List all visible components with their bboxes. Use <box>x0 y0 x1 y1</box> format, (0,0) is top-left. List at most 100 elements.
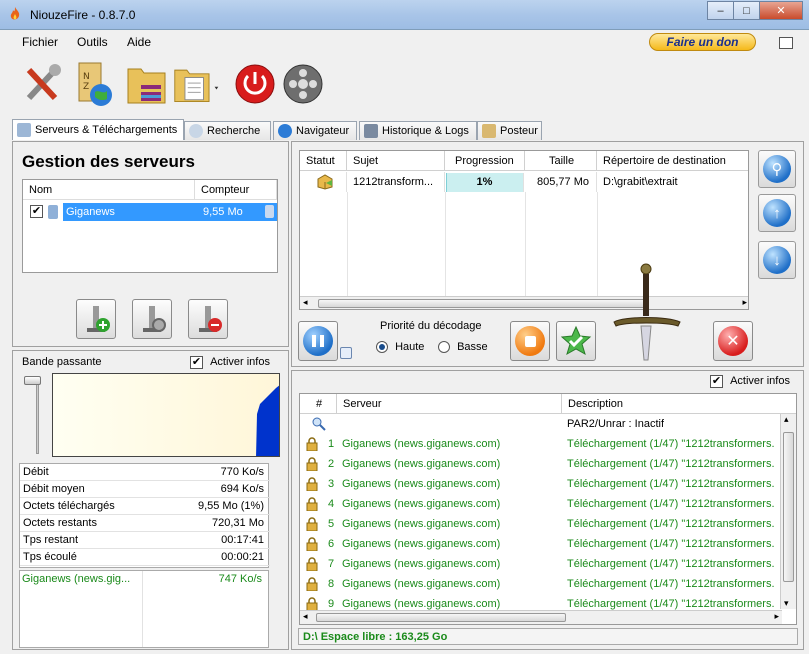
lock-icon <box>306 457 318 471</box>
mini-window-icon[interactable] <box>779 37 793 49</box>
destination-cell: D:\grabit\extrait <box>597 172 748 192</box>
log-vscrollbar[interactable]: ▴ ▾ <box>780 414 796 609</box>
scroll-left-icon[interactable]: ◂ <box>303 611 308 622</box>
pause-button[interactable] <box>298 321 338 361</box>
stop-icon <box>515 326 545 356</box>
menu-aide[interactable]: Aide <box>127 35 151 49</box>
col-serveur[interactable]: Serveur <box>337 394 562 414</box>
activer-infos-right[interactable]: ✔ Activer infos <box>710 375 790 388</box>
stat-debit-moyen: Débit moyen 694 Ko/s <box>20 481 270 498</box>
col-num[interactable]: # <box>300 394 337 414</box>
scroll-right-icon[interactable]: ▸ <box>774 611 779 622</box>
log-description: Téléchargement (1/47) "1212transformers. <box>567 438 775 450</box>
log-row-par2[interactable]: PAR2/Unrar : Inactif <box>300 414 782 434</box>
server-checkbox[interactable]: ✔ <box>30 205 43 218</box>
tab-label: Navigateur <box>296 125 350 137</box>
free-space-status: D:\ Espace libre : 163,25 Go <box>298 628 798 645</box>
log-activer-infos-checkbox[interactable]: ✔ <box>710 375 723 388</box>
log-hscrollbar[interactable]: ◂ ▸ <box>300 610 782 624</box>
validate-button[interactable] <box>556 321 596 361</box>
log-row[interactable]: 6 Giganews (news.giganews.com) Télécharg… <box>300 534 782 554</box>
col-description[interactable]: Description <box>562 394 796 414</box>
activer-infos-checkbox[interactable]: ✔ <box>190 356 203 369</box>
log-scroll-thumb[interactable] <box>783 432 794 582</box>
stat-value: 00:17:41 <box>221 534 264 546</box>
scroll-down-icon[interactable]: ▾ <box>784 598 789 609</box>
window-title: NiouzeFire - 0.8.7.0 <box>30 8 136 22</box>
slider-thumb[interactable] <box>24 376 41 385</box>
tab-bar: Serveurs & Téléchargements Recherche Nav… <box>8 119 808 140</box>
log-row[interactable]: 3 Giganews (news.giganews.com) Télécharg… <box>300 474 782 494</box>
minimize-button[interactable]: – <box>707 1 734 20</box>
lock-icon <box>306 477 318 491</box>
mini-pause-button[interactable] <box>340 347 352 359</box>
nzb-globe-icon[interactable]: N Z <box>70 55 120 113</box>
server-icon <box>17 123 31 137</box>
server-settings-button[interactable] <box>132 299 172 339</box>
tab-serveurs[interactable]: Serveurs & Téléchargements <box>12 119 184 140</box>
log-row[interactable]: 5 Giganews (news.giganews.com) Télécharg… <box>300 514 782 534</box>
tab-historique[interactable]: Historique & Logs <box>359 121 477 140</box>
scroll-right-icon[interactable]: ▸ <box>742 297 747 308</box>
remove-server-button[interactable] <box>188 299 228 339</box>
log-row[interactable]: 2 Giganews (news.giganews.com) Télécharg… <box>300 454 782 474</box>
log-row[interactable]: 7 Giganews (news.giganews.com) Télécharg… <box>300 554 782 574</box>
log-row[interactable]: 4 Giganews (news.giganews.com) Télécharg… <box>300 494 782 514</box>
menu-outils[interactable]: Outils <box>77 35 108 49</box>
document-folder-icon[interactable] <box>172 55 222 113</box>
move-down-button[interactable]: ↓ <box>758 241 796 279</box>
tools-icon[interactable] <box>18 55 68 113</box>
status-cell <box>300 172 347 192</box>
title-bar[interactable]: NiouzeFire - 0.8.7.0 – □ ✕ <box>0 0 809 30</box>
bandwidth-slider[interactable] <box>22 374 44 456</box>
priority-haute[interactable]: Haute <box>376 341 425 354</box>
server-speed-list: Giganews (news.gig... 747 Ko/s <box>19 570 269 648</box>
radio-haute[interactable] <box>376 341 388 354</box>
tab-recherche[interactable]: Recherche <box>184 121 271 140</box>
archive-folder-icon[interactable] <box>122 55 172 113</box>
log-server: Giganews (news.giganews.com) <box>342 478 501 490</box>
log-hscroll-thumb[interactable] <box>316 613 566 622</box>
radio-haute-label: Haute <box>395 341 425 353</box>
server-icon <box>48 205 58 219</box>
col-repertoire[interactable]: Répertoire de destination <box>597 151 748 171</box>
maximize-button[interactable]: □ <box>733 1 760 20</box>
stat-value: 9,55 Mo (1%) <box>197 500 264 512</box>
col-sujet[interactable]: Sujet <box>347 151 445 171</box>
stop-button[interactable] <box>510 321 550 361</box>
server-counter: 9,55 Mo <box>203 206 243 218</box>
log-description: Téléchargement (1/47) "1212transformers. <box>567 538 775 550</box>
close-window-button[interactable]: ✕ <box>759 1 803 20</box>
lock-icon <box>306 537 318 551</box>
scroll-up-icon[interactable]: ▴ <box>784 414 789 425</box>
search-download-button[interactable]: ⚲ <box>758 150 796 188</box>
delete-button[interactable]: ✕ <box>713 321 753 361</box>
reel-icon[interactable] <box>278 55 328 113</box>
col-progression[interactable]: Progression <box>445 151 525 171</box>
tab-navigateur[interactable]: Navigateur <box>273 121 357 140</box>
priority-basse[interactable]: Basse <box>438 341 488 354</box>
move-up-button[interactable]: ↑ <box>758 194 796 232</box>
server-row[interactable]: ✔ Giganews 9,55 Mo <box>28 203 277 221</box>
stat-label: Octets téléchargés <box>23 500 115 512</box>
log-server: Giganews (news.giganews.com) <box>342 598 501 610</box>
donate-button[interactable]: Faire un don <box>649 33 756 51</box>
activer-infos-left[interactable]: ✔ Activer infos <box>190 356 270 369</box>
radio-basse[interactable] <box>438 341 450 354</box>
lock-icon <box>306 557 318 571</box>
scroll-thumb[interactable] <box>318 299 648 308</box>
stat-value: 694 Ko/s <box>220 483 264 495</box>
tab-posteur[interactable]: Posteur <box>477 121 542 140</box>
log-row[interactable]: 1 Giganews (news.giganews.com) Télécharg… <box>300 434 782 454</box>
log-num: 1 <box>328 438 335 450</box>
scroll-left-icon[interactable]: ◂ <box>303 297 308 308</box>
menu-fichier[interactable]: Fichier <box>22 35 58 49</box>
power-icon[interactable] <box>230 55 280 113</box>
col-compteur[interactable]: Compteur <box>195 180 277 200</box>
log-server: Giganews (news.giganews.com) <box>342 458 501 470</box>
log-row[interactable]: 8 Giganews (news.giganews.com) Télécharg… <box>300 574 782 594</box>
col-taille[interactable]: Taille <box>525 151 597 171</box>
col-statut[interactable]: Statut <box>300 151 347 171</box>
col-nom[interactable]: Nom <box>23 180 195 200</box>
add-server-button[interactable] <box>76 299 116 339</box>
